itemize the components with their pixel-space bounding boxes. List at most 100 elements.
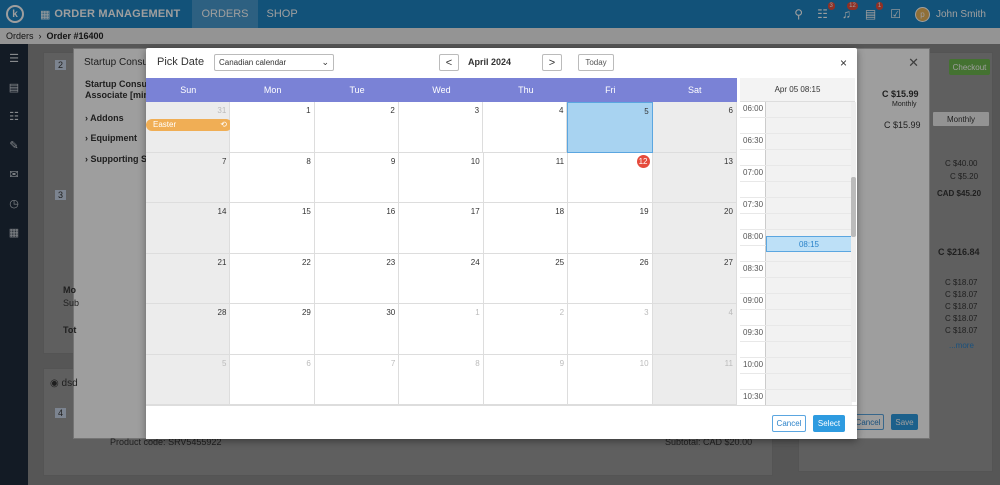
calendar-day-cell[interactable]: 15: [230, 203, 315, 254]
calendar-day-cell[interactable]: 8: [399, 354, 484, 405]
calendar-day-cell[interactable]: 22: [230, 253, 315, 304]
calendar-day-cell[interactable]: 9: [314, 152, 400, 203]
calendar-day-cell[interactable]: 6: [230, 354, 315, 405]
day-number: 30: [386, 308, 396, 317]
time-slot[interactable]: [740, 342, 852, 358]
time-slot[interactable]: [740, 150, 852, 166]
calendar-select[interactable]: Canadian calendar ⌄: [214, 54, 334, 71]
date-picker-modal: Pick Date Canadian calendar ⌄ < April 20…: [146, 48, 857, 439]
prev-month-button[interactable]: <: [439, 54, 459, 71]
weekday-thu: Thu: [518, 85, 534, 95]
day-number: 4: [728, 308, 733, 317]
calendar-day-cell[interactable]: 28: [146, 304, 231, 355]
calendar-day-cell[interactable]: 17: [399, 203, 484, 254]
calendar-week: 7 8 9 10 11 12 13: [146, 152, 737, 203]
day-number: 11: [724, 358, 733, 368]
day-number: 12: [636, 154, 650, 168]
calendar-day-cell[interactable]: 10: [568, 354, 653, 405]
weekday-tue: Tue: [349, 85, 365, 95]
time-label: 06:00: [743, 104, 764, 113]
day-number: 8: [475, 358, 480, 368]
day-number: 19: [639, 207, 649, 216]
time-label: 10:00: [743, 360, 764, 369]
today-button[interactable]: Today: [578, 54, 614, 71]
calendar-day-cell[interactable]: 13: [652, 152, 737, 203]
calendar-day-cell[interactable]: 27: [652, 253, 737, 304]
cancel-button[interactable]: Cancel: [772, 415, 806, 432]
day-number: 18: [555, 207, 565, 216]
day-number: 5: [644, 107, 649, 116]
calendar-day-cell[interactable]: 8: [230, 152, 315, 203]
day-number: 8: [306, 156, 311, 166]
calendar-day-cell[interactable]: 5: [146, 354, 231, 405]
next-month-button[interactable]: >: [542, 54, 562, 71]
calendar-day-cell[interactable]: 12: [568, 152, 653, 203]
time-slot[interactable]: [740, 310, 852, 326]
time-scrollbar[interactable]: [851, 102, 856, 402]
day-number: 27: [724, 257, 733, 267]
day-number: 15: [301, 207, 311, 216]
day-number: 17: [470, 207, 480, 216]
calendar-day-cell[interactable]: 31 Easter ⟲: [146, 102, 232, 153]
calendar-week: 21 22 23 24 25 26 27: [146, 253, 737, 304]
time-label: 08:00: [743, 232, 764, 241]
calendar-day-cell[interactable]: 16: [314, 203, 400, 254]
calendar-day-cell[interactable]: 26: [568, 253, 653, 304]
calendar-day-cell[interactable]: 9: [483, 354, 569, 405]
calendar-day-cell[interactable]: 4: [652, 304, 737, 355]
event-easter[interactable]: Easter ⟲: [146, 119, 232, 131]
calendar-day-cell[interactable]: 23: [314, 253, 400, 304]
calendar-day-cell[interactable]: 18: [483, 203, 569, 254]
day-number: 4: [558, 106, 564, 115]
calendar-day-cell[interactable]: 7: [146, 152, 231, 203]
calendar-day-cell[interactable]: 14: [146, 203, 231, 254]
calendar-day-cell[interactable]: 21: [146, 253, 231, 304]
calendar-day-cell[interactable]: 1: [230, 102, 315, 153]
time-slot[interactable]: [740, 374, 852, 390]
calendar-day-cell[interactable]: 25: [483, 253, 569, 304]
day-number: 1: [306, 106, 311, 115]
day-number: 16: [386, 207, 396, 216]
day-number: 6: [306, 358, 311, 368]
calendar-day-cell[interactable]: 20: [652, 203, 737, 254]
time-slot[interactable]: [740, 214, 852, 230]
calendar-day-cell[interactable]: 6: [652, 102, 737, 153]
calendar-day-cell[interactable]: 19: [568, 203, 653, 254]
calendar-week: 31 Easter ⟲ 1 2 3 4 5 6: [146, 102, 737, 153]
calendar-day-cell[interactable]: 11: [652, 354, 737, 405]
time-slot[interactable]: [740, 182, 852, 198]
day-number: 10: [470, 156, 480, 166]
day-number: 22: [301, 257, 311, 267]
calendar-day-cell[interactable]: 7: [314, 354, 400, 405]
calendar-day-cell[interactable]: 4: [483, 102, 568, 153]
day-number: 20: [724, 207, 733, 216]
day-number: 14: [217, 207, 227, 216]
day-number: 24: [470, 257, 480, 267]
chevron-right-icon: >: [548, 56, 556, 69]
calendar-day-cell[interactable]: 11: [483, 152, 569, 203]
calendar-week: 5 6 7 8 9 10 11: [146, 354, 737, 405]
time-label: 09:30: [743, 328, 764, 337]
weekday-fri: Fri: [605, 85, 616, 95]
time-slot[interactable]: [740, 118, 852, 134]
scrollbar-thumb[interactable]: [851, 177, 856, 237]
calendar-day-cell[interactable]: 1: [399, 304, 484, 355]
calendar-day-cell[interactable]: 5: [567, 102, 653, 153]
select-button[interactable]: Select: [813, 415, 845, 432]
calendar-day-cell[interactable]: 2: [314, 102, 399, 153]
day-number: 13: [724, 156, 733, 166]
day-number: 2: [559, 308, 565, 317]
calendar-day-cell[interactable]: 3: [568, 304, 653, 355]
selected-time-slot[interactable]: 08:15: [766, 236, 852, 252]
calendar-day-cell[interactable]: 29: [230, 304, 315, 355]
calendar-day-cell[interactable]: 24: [399, 253, 484, 304]
close-icon[interactable]: ×: [840, 56, 847, 70]
day-number: 21: [217, 257, 227, 267]
calendar-day-cell[interactable]: 10: [399, 152, 484, 203]
time-slot[interactable]: [740, 278, 852, 294]
calendar-grid: 31 Easter ⟲ 1 2 3 4 5 6 7 8 9 10 11 12 13 14 15 16 17 18 19 20…: [146, 102, 737, 405]
day-number: 3: [474, 106, 480, 115]
calendar-day-cell[interactable]: 3: [398, 102, 484, 153]
calendar-day-cell[interactable]: 30: [314, 304, 400, 355]
calendar-day-cell[interactable]: 2: [483, 304, 569, 355]
